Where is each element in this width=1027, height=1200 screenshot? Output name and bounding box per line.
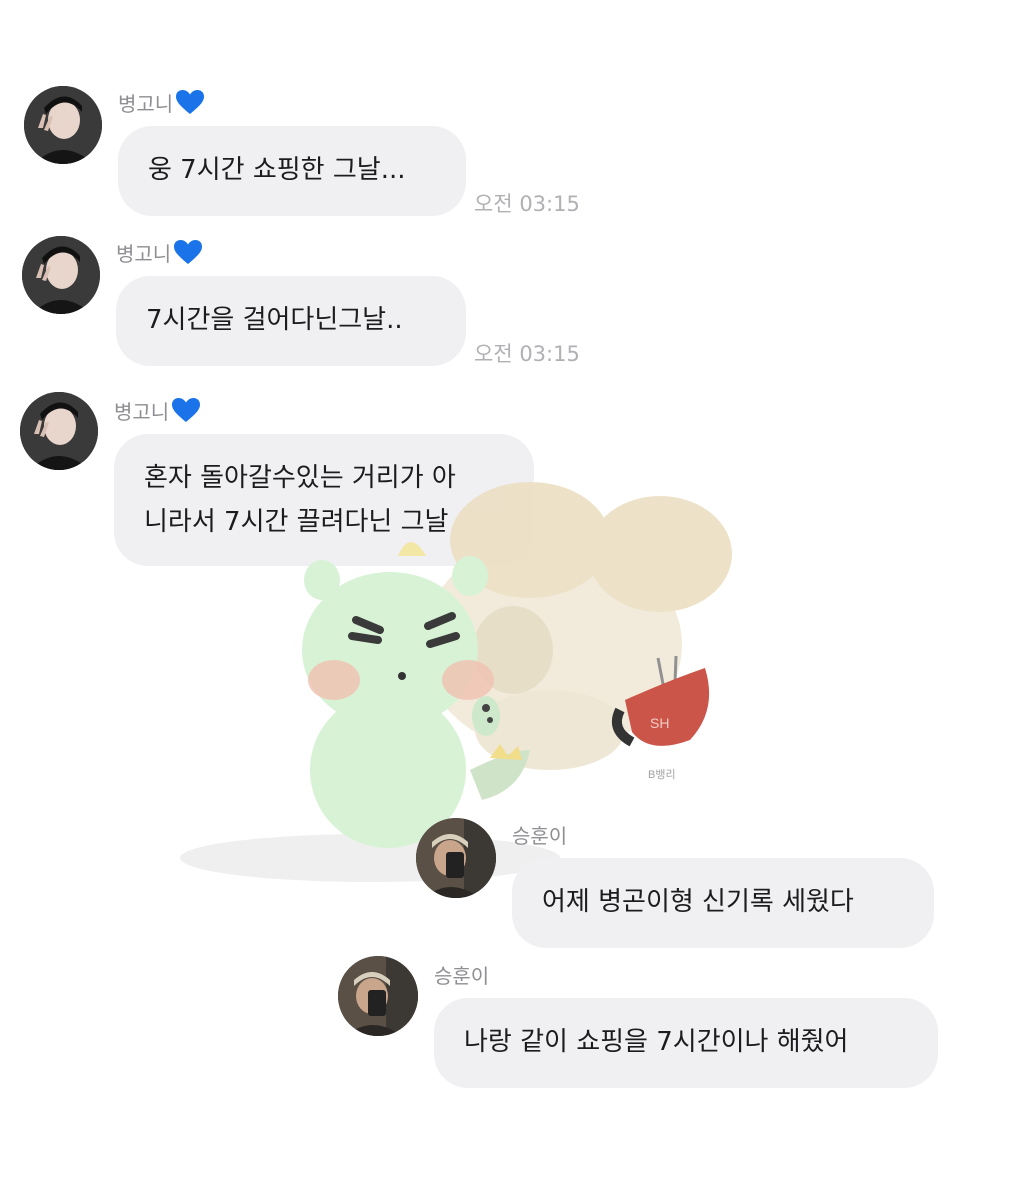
sender-name-label: 병고니	[118, 92, 174, 116]
sticker-signature: B뱅리	[648, 768, 676, 781]
message-text: 7시간을 걸어다닌그날..	[146, 305, 403, 335]
sticker-shadow	[180, 834, 560, 882]
message-text-line-1: 혼자 돌아갈수있는 거리가 아	[144, 463, 456, 493]
sender-name: 승훈이	[512, 824, 568, 848]
profile-photo-icon	[338, 956, 418, 1036]
message-bubble[interactable]: 혼자 돌아갈수있는 거리가 아 니라서 7시간 끌려다닌 그날	[114, 434, 534, 566]
blue-heart-icon	[176, 90, 205, 114]
message-bubble[interactable]: 어제 병곤이형 신기록 세웠다	[512, 858, 934, 948]
sender-name: 병고니	[116, 238, 203, 267]
sender-name: 승훈이	[434, 964, 490, 988]
blue-heart-icon	[174, 240, 203, 264]
sender-name: 병고니	[114, 396, 201, 425]
blue-heart-icon	[172, 398, 201, 422]
sender-name: 병고니	[118, 88, 205, 117]
sender-name-label: 병고니	[114, 400, 170, 424]
message-bubble[interactable]: 나랑 같이 쇼핑을 7시간이나 해줬어	[434, 998, 938, 1088]
avatar[interactable]	[416, 818, 496, 898]
message-text-line-2: 니라서 7시간 끌려다닌 그날	[144, 507, 449, 537]
profile-photo-icon	[20, 392, 98, 470]
bag-text: SH	[650, 715, 669, 731]
message-text: 웅 7시간 쇼핑한 그날...	[148, 155, 406, 185]
message-text: 어제 병곤이형 신기록 세웠다	[542, 887, 854, 917]
message-timestamp: 오전 03:15	[474, 192, 580, 216]
avatar[interactable]	[338, 956, 418, 1036]
sender-name-label: 병고니	[116, 242, 172, 266]
message-timestamp: 오전 03:15	[474, 342, 580, 366]
avatar[interactable]	[20, 392, 98, 470]
avatar[interactable]	[24, 86, 102, 164]
avatar[interactable]	[22, 236, 100, 314]
red-bag	[625, 668, 710, 746]
message-bubble[interactable]: 웅 7시간 쇼핑한 그날...	[118, 126, 466, 216]
message-text: 나랑 같이 쇼핑을 7시간이나 해줬어	[464, 1027, 849, 1057]
dinosaur-character	[302, 542, 530, 848]
message-bubble[interactable]: 7시간을 걸어다닌그날..	[116, 276, 466, 366]
profile-photo-icon	[416, 818, 496, 898]
profile-photo-icon	[24, 86, 102, 164]
profile-photo-icon	[22, 236, 100, 314]
